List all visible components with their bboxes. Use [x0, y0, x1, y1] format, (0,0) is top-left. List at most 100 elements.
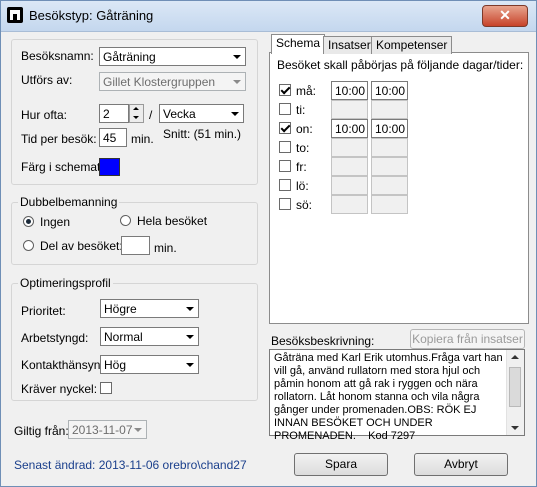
- day-label: on:: [296, 122, 313, 136]
- contact-select[interactable]: Hög: [100, 355, 199, 374]
- day-from-time-input[interactable]: [331, 157, 368, 176]
- day-checkbox[interactable]: [279, 198, 291, 210]
- frequency-unit-select[interactable]: Vecka: [159, 104, 244, 123]
- copy-from-insatser-button[interactable]: Kopiera från insatser: [410, 329, 525, 349]
- description-scrollbar[interactable]: [506, 350, 524, 435]
- requires-key-label: Kräver nyckel:: [21, 382, 98, 396]
- priority-value: Högre: [104, 302, 137, 316]
- description-textarea[interactable]: Gåträna med Karl Erik utomhus.Fråga vart…: [269, 349, 525, 442]
- day-to-time-value: 10:00: [375, 84, 406, 98]
- frequency-separator: /: [149, 108, 153, 122]
- day-checkbox[interactable]: [279, 160, 291, 172]
- scroll-down-icon[interactable]: [511, 426, 519, 430]
- day-from-time-input[interactable]: [331, 100, 368, 119]
- day-checkbox[interactable]: [279, 179, 291, 191]
- priority-label: Prioritet:: [21, 304, 66, 318]
- performed-by-select[interactable]: Gillet Klostergruppen: [99, 72, 246, 91]
- day-checkbox[interactable]: [279, 141, 291, 153]
- day-from-time-input[interactable]: [331, 176, 368, 195]
- workload-label: Arbetstyngd:: [21, 331, 89, 345]
- frequency-label: Hur ofta:: [21, 108, 68, 122]
- window-title: Besökstyp: Gåträning: [29, 8, 154, 23]
- tab-insatser-label: Insatser: [328, 38, 371, 52]
- contact-label: Kontakthänsyn:: [21, 358, 104, 372]
- frequency-value: 2: [103, 107, 110, 121]
- color-label: Färg i schemat:: [21, 160, 104, 174]
- scroll-thumb[interactable]: [509, 367, 521, 407]
- day-checkbox[interactable]: [279, 84, 291, 96]
- day-to-time-input[interactable]: [371, 100, 408, 119]
- day-label: fr:: [296, 160, 307, 174]
- day-to-time-input[interactable]: [371, 138, 408, 157]
- performed-by-label: Utförs av:: [21, 73, 73, 87]
- staffing-whole-label: Hela besöket: [137, 214, 208, 228]
- frequency-unit-value: Vecka: [163, 107, 196, 121]
- staffing-none-label: Ingen: [40, 215, 71, 229]
- schedule-color-swatch[interactable]: [99, 158, 120, 176]
- valid-from-value: 2013-11-07: [72, 423, 133, 437]
- tab-schema[interactable]: Schema: [271, 34, 326, 54]
- priority-select[interactable]: Högre: [100, 299, 199, 318]
- valid-from-select[interactable]: 2013-11-07: [68, 420, 147, 439]
- frequency-stepper[interactable]: [129, 104, 144, 123]
- day-label: ti:: [296, 103, 306, 117]
- staffing-part-input[interactable]: [121, 236, 150, 255]
- day-from-time-value: 10:00: [335, 84, 366, 98]
- performed-by-value: Gillet Klostergruppen: [103, 75, 216, 89]
- time-per-visit-input[interactable]: 45: [99, 128, 127, 147]
- frequency-input[interactable]: 2: [99, 104, 129, 123]
- description-label: Besöksbeskrivning:: [271, 334, 375, 348]
- day-from-time-input[interactable]: [331, 195, 368, 214]
- day-to-time-value: 10:00: [375, 122, 406, 136]
- visit-name-label: Besöksnamn:: [21, 49, 94, 63]
- day-checkbox[interactable]: [279, 103, 291, 115]
- day-from-time-input[interactable]: 10:00: [331, 81, 368, 100]
- workload-select[interactable]: Normal: [100, 327, 199, 346]
- contact-value: Hög: [104, 358, 127, 372]
- save-button[interactable]: Spara: [294, 453, 388, 476]
- day-label: sö:: [296, 198, 313, 212]
- optimization-legend: Optimeringsprofil: [18, 276, 113, 290]
- day-from-time-input[interactable]: [331, 138, 368, 157]
- staffing-none-radio[interactable]: [23, 216, 34, 227]
- tab-kompetenser[interactable]: Kompetenser: [371, 36, 453, 54]
- day-from-time-input[interactable]: 10:00: [331, 119, 368, 138]
- day-checkbox[interactable]: [279, 122, 291, 134]
- app-icon: [7, 7, 23, 23]
- staffing-part-label: Del av besöket:: [40, 239, 123, 253]
- requires-key-checkbox[interactable]: [100, 382, 112, 394]
- schedule-heading: Besöket skall påbörjas på följande dagar…: [277, 58, 524, 72]
- cancel-button[interactable]: Avbryt: [414, 453, 508, 476]
- title-bar[interactable]: Besökstyp: Gåträning ✕: [1, 1, 536, 32]
- last-changed-text: Senast ändrad: 2013-11-06 orebro\chand27: [14, 458, 247, 472]
- staffing-whole-radio[interactable]: [120, 215, 131, 226]
- day-label: lö:: [296, 179, 309, 193]
- day-label: to:: [296, 141, 310, 155]
- dialog-window: Besökstyp: Gåträning ✕ Besöksnamn: Gåträ…: [0, 0, 537, 487]
- day-to-time-input[interactable]: [371, 157, 408, 176]
- tab-insatser[interactable]: Insatser: [323, 36, 376, 54]
- chevron-down-icon: [227, 106, 242, 121]
- chevron-down-icon: [130, 422, 145, 437]
- day-to-time-input[interactable]: 10:00: [371, 119, 408, 138]
- chevron-down-icon: [182, 301, 197, 316]
- tab-schema-label: Schema: [276, 36, 321, 50]
- chevron-down-icon: [229, 49, 244, 64]
- staffing-part-radio[interactable]: [23, 240, 34, 251]
- visit-name-select[interactable]: Gåträning: [99, 47, 246, 66]
- close-icon: ✕: [499, 7, 511, 23]
- chevron-down-icon: [182, 357, 197, 372]
- day-to-time-input[interactable]: [371, 195, 408, 214]
- time-per-visit-label: Tid per besök:: [21, 132, 97, 146]
- day-to-time-input[interactable]: [371, 176, 408, 195]
- average-time-text: Snitt: (51 min.): [163, 127, 242, 141]
- day-to-time-input[interactable]: 10:00: [371, 81, 408, 100]
- close-button[interactable]: ✕: [482, 5, 528, 27]
- valid-from-label: Giltig från:: [14, 424, 69, 438]
- description-text: Gåträna med Karl Erik utomhus.Fråga vart…: [274, 352, 506, 442]
- workload-value: Normal: [104, 330, 143, 344]
- scroll-up-icon[interactable]: [511, 355, 519, 359]
- day-label: må:: [296, 84, 317, 98]
- chevron-down-icon: [182, 329, 197, 344]
- visit-name-value: Gåträning: [103, 50, 156, 64]
